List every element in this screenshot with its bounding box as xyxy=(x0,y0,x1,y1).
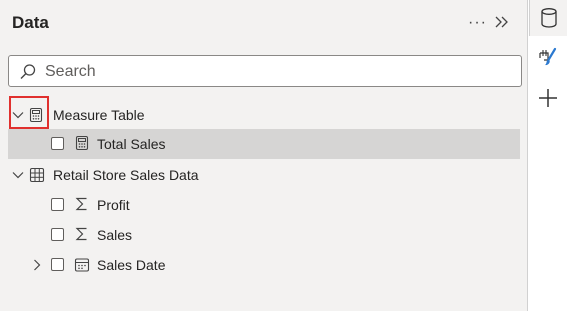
tree-item-label: Profit xyxy=(97,197,130,213)
tree-item-label: Sales Date xyxy=(97,257,166,273)
data-pane: Data ··· Measure Table xyxy=(0,0,528,311)
tree-item-retail-store-sales-data[interactable]: Retail Store Sales Data xyxy=(0,160,528,190)
sigma-icon xyxy=(75,227,87,241)
format-paintbrush-icon[interactable] xyxy=(538,47,558,69)
checkbox[interactable] xyxy=(51,198,64,211)
pane-title: Data xyxy=(12,13,49,32)
tree-item-total-sales[interactable]: Total Sales xyxy=(8,129,520,159)
tree-item-label: Sales xyxy=(97,227,133,243)
double-chevron-right-icon[interactable] xyxy=(493,12,511,32)
tree-item-label: Measure Table xyxy=(53,107,145,123)
pane-header: Data ··· xyxy=(12,12,515,36)
tree-item-measure-table[interactable]: Measure Table xyxy=(0,100,528,130)
side-rail xyxy=(529,0,567,311)
checkbox[interactable] xyxy=(51,137,64,150)
add-icon[interactable] xyxy=(538,87,558,109)
sigma-icon xyxy=(75,197,87,211)
search-icon xyxy=(20,64,36,79)
calendar-icon xyxy=(74,258,90,272)
rail-tab-data[interactable] xyxy=(529,0,567,36)
search-input[interactable] xyxy=(43,60,517,84)
tree-item-sales-date[interactable]: Sales Date xyxy=(0,250,528,280)
annotation-highlight-box xyxy=(9,96,49,129)
data-cylinder-icon xyxy=(541,8,557,28)
checkbox[interactable] xyxy=(51,228,64,241)
table-icon xyxy=(29,167,45,183)
checkbox[interactable] xyxy=(51,258,64,271)
chevron-down-icon[interactable] xyxy=(12,169,24,181)
tree-item-label: Retail Store Sales Data xyxy=(53,167,199,183)
tree-item-sales[interactable]: Sales xyxy=(0,220,528,250)
calculator-icon xyxy=(75,135,89,151)
search-box[interactable] xyxy=(8,55,522,87)
ellipsis-icon[interactable]: ··· xyxy=(468,14,487,32)
chevron-right-icon[interactable] xyxy=(31,259,43,271)
tree-item-profit[interactable]: Profit xyxy=(0,190,528,220)
tree-item-label: Total Sales xyxy=(97,136,166,152)
